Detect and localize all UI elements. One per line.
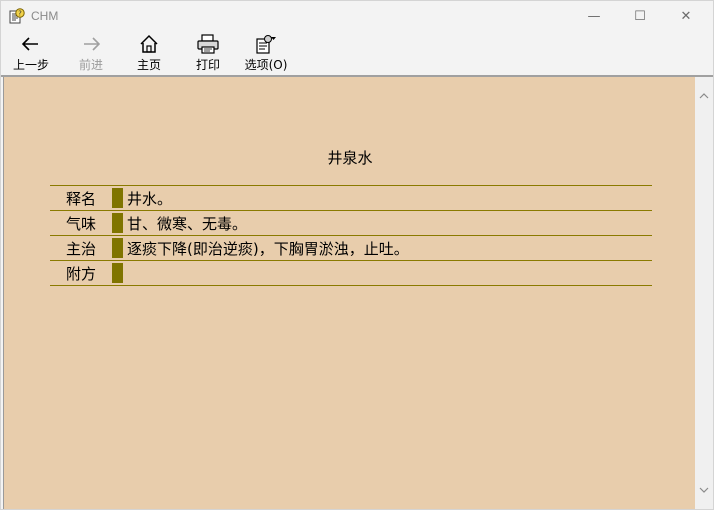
chm-window: ? CHM — ☐ ✕ 上一步 前进 主页 打印 选项(O) 井泉水 释名 井水… — [0, 0, 714, 510]
printer-icon — [197, 34, 219, 54]
home-icon — [140, 34, 158, 53]
content-pane[interactable]: 井泉水 释名 井水。 气味 甘、微寒、无毒。 主治 逐痰下降(即治逆痰)，下胸胃… — [3, 77, 695, 509]
forward-label: 前进 — [78, 58, 103, 72]
row-marker — [112, 263, 123, 283]
row-marker — [112, 238, 123, 258]
table-row: 气味 甘、微寒、无毒。 — [50, 211, 652, 236]
arrow-left-icon — [22, 37, 38, 51]
options-label: 选项(O) — [244, 58, 288, 72]
row-value: 逐痰下降(即治逆痰)，下胸胃淤浊，止吐。 — [127, 239, 409, 258]
row-value: 甘、微寒、无毒。 — [127, 214, 248, 233]
options-button[interactable]: 选项(O) — [241, 33, 291, 73]
row-label: 气味 — [65, 214, 96, 233]
row-marker — [112, 188, 123, 208]
back-button[interactable]: 上一步 — [11, 33, 51, 73]
maximize-icon: ☐ — [634, 8, 646, 24]
print-label: 打印 — [195, 58, 220, 72]
row-marker — [112, 213, 123, 233]
home-label: 主页 — [136, 58, 161, 72]
chevron-up-icon[interactable] — [699, 91, 709, 101]
minimize-icon: — — [587, 8, 601, 24]
table-row: 主治 逐痰下降(即治逆痰)，下胸胃淤浊，止吐。 — [50, 236, 652, 261]
close-button[interactable]: ✕ — [663, 1, 709, 31]
options-icon — [256, 35, 276, 54]
forward-button[interactable]: 前进 — [71, 33, 111, 73]
maximize-button[interactable]: ☐ — [617, 1, 663, 31]
svg-text:?: ? — [18, 10, 22, 18]
back-label: 上一步 — [12, 58, 49, 72]
vertical-scrollbar[interactable] — [695, 77, 713, 509]
home-button[interactable]: 主页 — [129, 33, 169, 73]
minimize-button[interactable]: — — [571, 1, 617, 31]
close-icon: ✕ — [680, 8, 692, 24]
page-title: 井泉水 — [327, 149, 373, 167]
toolbar: 上一步 前进 主页 打印 选项(O) — [1, 31, 713, 75]
table-row: 附方 — [50, 261, 652, 286]
title-bar[interactable]: ? CHM — ☐ ✕ — [1, 1, 713, 31]
print-button[interactable]: 打印 — [188, 33, 228, 73]
info-table: 释名 井水。 气味 甘、微寒、无毒。 主治 逐痰下降(即治逆痰)，下胸胃淤浊，止… — [50, 185, 652, 286]
row-label: 释名 — [65, 189, 96, 208]
row-label: 附方 — [65, 264, 96, 283]
help-file-icon: ? — [9, 8, 25, 24]
row-value: 井水。 — [127, 189, 173, 208]
arrow-right-icon — [84, 37, 100, 51]
window-title: CHM — [31, 9, 59, 23]
chevron-down-icon[interactable] — [699, 485, 709, 495]
row-label: 主治 — [65, 239, 96, 258]
table-row: 释名 井水。 — [50, 186, 652, 211]
